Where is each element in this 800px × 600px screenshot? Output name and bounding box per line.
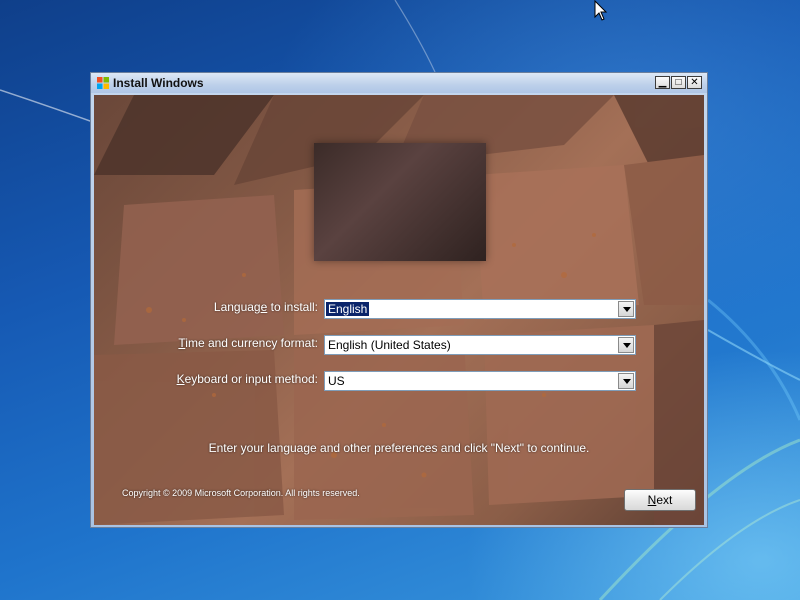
maximize-icon: □ <box>675 77 682 88</box>
next-button[interactable]: Next <box>624 489 696 511</box>
keyboard-select[interactable]: US <box>324 371 636 391</box>
language-label: Language to install: <box>213 300 318 314</box>
chevron-down-icon <box>623 343 631 348</box>
time-currency-value: English (United States) <box>328 338 451 352</box>
time-currency-label: Time and currency format: <box>178 336 318 350</box>
time-currency-select[interactable]: English (United States) <box>324 335 636 355</box>
chevron-down-icon <box>623 379 631 384</box>
copyright-text: Copyright © 2009 Microsoft Corporation. … <box>122 488 360 498</box>
language-dropdown-button[interactable] <box>618 301 634 317</box>
instruction-text: Enter your language and other preference… <box>208 441 590 455</box>
keyboard-value: US <box>328 374 345 388</box>
language-select[interactable]: English <box>324 299 636 319</box>
windows-logo-placeholder <box>314 143 486 261</box>
close-button[interactable]: ✕ <box>687 76 702 89</box>
setup-content-area: Language to install: English Time and cu… <box>94 95 704 525</box>
keyboard-dropdown-button[interactable] <box>618 373 634 389</box>
mouse-pointer-icon <box>594 0 608 21</box>
minimize-icon: ▁ <box>658 77 667 88</box>
minimize-button[interactable]: ▁ <box>655 76 670 89</box>
language-value: English <box>326 302 370 316</box>
chevron-down-icon <box>623 307 631 312</box>
time-currency-dropdown-button[interactable] <box>618 337 634 353</box>
keyboard-label: Keyboard or input method: <box>176 372 318 386</box>
close-icon: ✕ <box>690 77 699 88</box>
install-windows-dialog: Install Windows ▁ □ ✕ Language to instal… <box>90 72 708 528</box>
windows-flag-icon <box>97 77 109 89</box>
maximize-button[interactable]: □ <box>671 76 686 89</box>
title-bar[interactable]: Install Windows ▁ □ ✕ <box>91 73 707 93</box>
window-title: Install Windows <box>113 76 204 90</box>
